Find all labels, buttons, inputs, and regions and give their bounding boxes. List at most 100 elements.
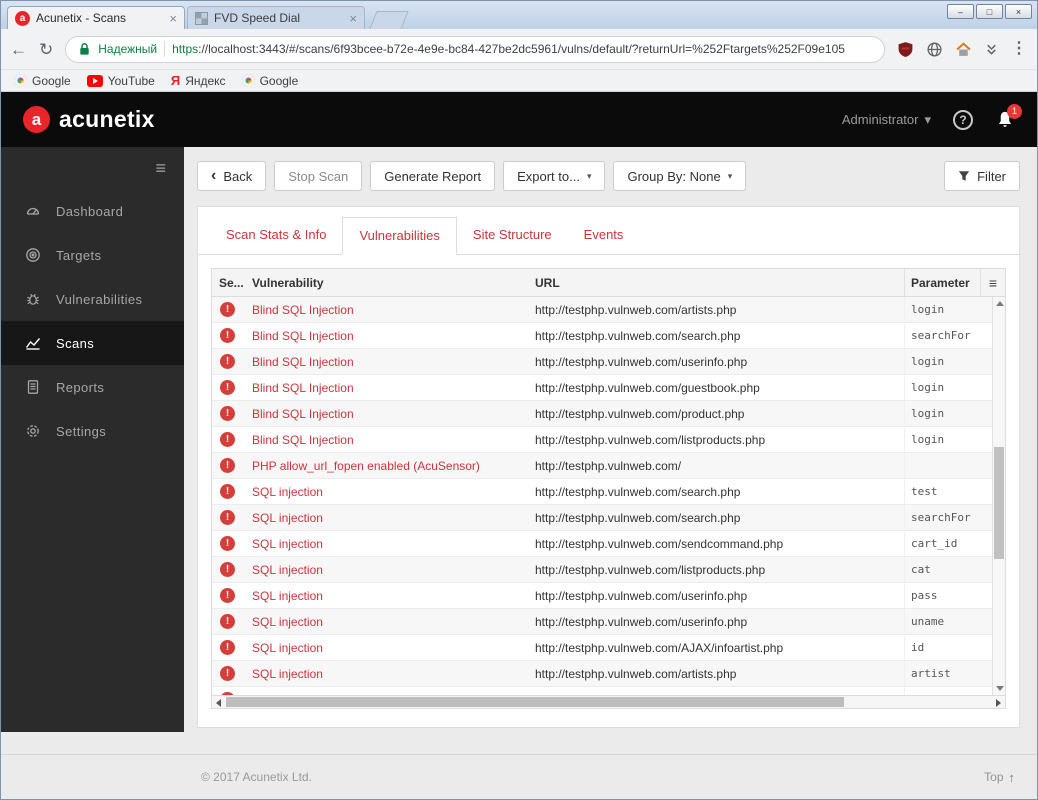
browser-navbar: ← ↻ Надежный https://localhost:3443/#/sc…	[1, 29, 1037, 70]
scroll-down-icon[interactable]	[996, 686, 1004, 691]
export-dropdown[interactable]: Export to... ▾	[503, 161, 606, 191]
tab-close-icon[interactable]: ×	[169, 12, 177, 25]
sidebar-item-scans[interactable]: Scans	[1, 321, 184, 365]
table-columns-menu-icon[interactable]: ≡	[980, 269, 1005, 296]
home-extension-icon[interactable]	[955, 41, 972, 58]
column-url[interactable]: URL	[531, 276, 904, 290]
vulnerability-parameter: artist	[904, 661, 992, 686]
table-row[interactable]: ! SQL injection http://testphp.vulnweb.c…	[212, 557, 992, 583]
scan-tabs: Scan Stats & Info Vulnerabilities Site S…	[198, 217, 1019, 255]
bookmark-google[interactable]: Google	[9, 74, 76, 88]
help-icon[interactable]: ?	[953, 109, 973, 130]
filter-button[interactable]: Filter	[944, 161, 1020, 191]
sidebar-item-settings[interactable]: Settings	[1, 409, 184, 453]
sidebar-item-vulnerabilities[interactable]: Vulnerabilities	[1, 277, 184, 321]
vulnerability-link[interactable]: SQL injection	[248, 615, 531, 629]
back-button[interactable]: ‹ Back	[197, 161, 267, 191]
notifications-bell-icon[interactable]: 1	[995, 103, 1022, 130]
tab-site-structure[interactable]: Site Structure	[457, 217, 568, 255]
table-row[interactable]: ! SQL injection http://testphp.vulnweb.c…	[212, 661, 992, 687]
table-row[interactable]: ! SQL injection http://testphp.vulnweb.c…	[212, 479, 992, 505]
vulnerability-link[interactable]: Blind SQL Injection	[248, 407, 531, 421]
vulnerability-link[interactable]: SQL injection	[248, 589, 531, 603]
new-tab-button[interactable]	[369, 11, 409, 29]
browser-tab-acunetix[interactable]: a Acunetix - Scans ×	[7, 6, 185, 29]
sidebar-item-label: Vulnerabilities	[56, 291, 143, 307]
tab-events[interactable]: Events	[568, 217, 640, 255]
column-parameter[interactable]: Parameter	[904, 269, 980, 296]
table-row[interactable]: ! SQL injection http://testphp.vulnweb.c…	[212, 505, 992, 531]
chart-icon	[25, 338, 41, 350]
table-row[interactable]: ! Blind SQL Injection http://testphp.vul…	[212, 297, 992, 323]
sidebar-item-dashboard[interactable]: Dashboard	[1, 189, 184, 233]
vulnerability-link[interactable]: Blind SQL Injection	[248, 381, 531, 395]
vulnerability-link[interactable]: Blind SQL Injection	[248, 433, 531, 447]
vulnerability-url: http://testphp.vulnweb.com/AJAX/infoarti…	[535, 640, 784, 655]
sidebar-item-targets[interactable]: Targets	[1, 233, 184, 277]
adblock-extension-icon[interactable]	[897, 41, 914, 58]
sidebar-item-label: Reports	[56, 379, 105, 395]
address-bar[interactable]: Надежный https://localhost:3443/#/scans/…	[65, 35, 885, 63]
maximize-button[interactable]: □	[976, 4, 1003, 19]
stop-scan-button[interactable]: Stop Scan	[274, 161, 363, 191]
vulnerability-link[interactable]: SQL injection	[248, 667, 531, 681]
table-row[interactable]: ! SQL injection http://testphp.vulnweb.c…	[212, 583, 992, 609]
browser-tab-fvd[interactable]: FVD Speed Dial ×	[187, 6, 365, 29]
close-button[interactable]: ×	[1005, 4, 1032, 19]
table-row[interactable]: ! Blind SQL Injection http://testphp.vul…	[212, 375, 992, 401]
vulnerability-link[interactable]: Blind SQL Injection	[248, 303, 531, 317]
url-text[interactable]: https://localhost:3443/#/scans/6f93bcee-…	[172, 42, 845, 56]
vertical-scrollbar[interactable]	[992, 297, 1005, 695]
sidebar-item-reports[interactable]: Reports	[1, 365, 184, 409]
tab-scan-stats[interactable]: Scan Stats & Info	[210, 217, 342, 255]
sidebar-collapse-icon[interactable]: ≡	[155, 158, 166, 179]
vulnerability-link[interactable]: SQL injection	[248, 511, 531, 525]
column-severity[interactable]: Se...	[212, 276, 248, 290]
high-severity-icon: !	[220, 562, 235, 577]
column-vulnerability[interactable]: Vulnerability	[248, 276, 531, 290]
group-by-dropdown[interactable]: Group By: None ▾	[613, 161, 747, 191]
reload-icon[interactable]: ↻	[39, 41, 53, 58]
table-row[interactable]: !	[212, 687, 992, 695]
bookmark-yandex[interactable]: Я Яндекс	[166, 73, 231, 88]
vulnerability-link[interactable]: SQL injection	[248, 641, 531, 655]
bookmark-google-2[interactable]: Google	[237, 74, 304, 88]
browser-menu-icon[interactable]: ⋮	[1011, 41, 1028, 57]
vulnerability-url: http://testphp.vulnweb.com/guestbook.php	[535, 380, 760, 395]
horizontal-scrollbar-thumb[interactable]	[226, 697, 844, 707]
generate-report-button[interactable]: Generate Report	[370, 161, 496, 191]
scroll-up-icon[interactable]	[996, 301, 1004, 306]
tab-close-icon[interactable]: ×	[349, 12, 357, 25]
table-row[interactable]: ! SQL injection http://testphp.vulnweb.c…	[212, 635, 992, 661]
horizontal-scrollbar[interactable]	[212, 695, 1005, 708]
vulnerability-link[interactable]: PHP allow_url_fopen enabled (AcuSensor)	[248, 459, 531, 473]
globe-extension-icon[interactable]	[926, 41, 943, 58]
extensions-overflow-icon[interactable]	[984, 41, 999, 57]
scroll-right-icon[interactable]	[996, 699, 1001, 707]
vulnerability-link[interactable]: SQL injection	[248, 563, 531, 577]
bookmark-youtube[interactable]: YouTube	[82, 74, 160, 88]
vulnerability-link[interactable]: Blind SQL Injection	[248, 355, 531, 369]
tab-vulnerabilities[interactable]: Vulnerabilities	[342, 217, 457, 255]
table-row[interactable]: ! Blind SQL Injection http://testphp.vul…	[212, 427, 992, 453]
vulnerability-link[interactable]: Blind SQL Injection	[248, 329, 531, 343]
table-row[interactable]: ! PHP allow_url_fopen enabled (AcuSensor…	[212, 453, 992, 479]
notification-badge: 1	[1007, 103, 1022, 119]
vulnerability-link[interactable]: SQL injection	[248, 485, 531, 499]
back-to-top-link[interactable]: Top ↑	[984, 770, 1015, 785]
secure-label[interactable]: Надежный	[98, 42, 157, 56]
vertical-scrollbar-thumb[interactable]	[994, 447, 1004, 559]
user-menu[interactable]: Administrator ▾	[842, 112, 931, 128]
table-row[interactable]: ! Blind SQL Injection http://testphp.vul…	[212, 323, 992, 349]
table-row[interactable]: ! SQL injection http://testphp.vulnweb.c…	[212, 531, 992, 557]
youtube-icon	[86, 74, 103, 87]
table-row[interactable]: ! Blind SQL Injection http://testphp.vul…	[212, 349, 992, 375]
table-row[interactable]: ! Blind SQL Injection http://testphp.vul…	[212, 401, 992, 427]
minimize-button[interactable]: –	[947, 4, 974, 19]
vulnerability-link[interactable]: SQL injection	[248, 537, 531, 551]
table-row[interactable]: ! SQL injection http://testphp.vulnweb.c…	[212, 609, 992, 635]
scroll-left-icon[interactable]	[216, 699, 221, 707]
back-icon[interactable]: ←	[10, 41, 27, 58]
high-severity-icon: !	[220, 458, 235, 473]
vulnerability-parameter: searchFor	[904, 323, 992, 348]
